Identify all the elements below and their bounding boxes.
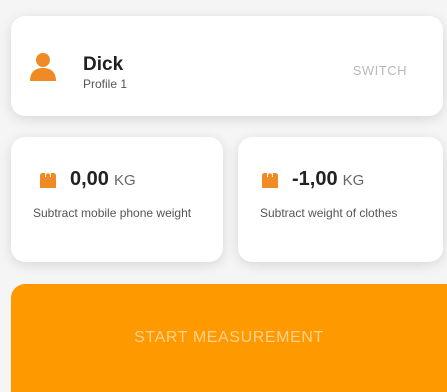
profile-card: Dick Profile 1 SWITCH: [11, 16, 443, 116]
weight-icon: [262, 172, 278, 188]
switch-profile-button[interactable]: SWITCH: [353, 63, 407, 78]
profile-name: Dick: [83, 54, 124, 75]
phone-weight-description: Subtract mobile phone weight: [33, 206, 192, 220]
clothes-weight-card[interactable]: -1,00 KG Subtract weight of clothes: [238, 137, 443, 262]
clothes-weight-value: -1,00: [292, 168, 338, 190]
weight-icon: [40, 172, 56, 188]
phone-weight-unit: KG: [113, 172, 136, 189]
clothes-weight-unit: KG: [342, 172, 365, 189]
profile-subtitle: Profile 1: [83, 77, 128, 91]
start-measurement-button[interactable]: START MEASUREMENT: [11, 284, 447, 392]
phone-weight-row: 0,00 KG: [38, 168, 136, 191]
phone-weight-value: 0,00: [70, 168, 109, 190]
user-icon: [30, 53, 56, 81]
clothes-weight-row: -1,00 KG: [260, 168, 364, 191]
phone-weight-card[interactable]: 0,00 KG Subtract mobile phone weight: [11, 137, 223, 262]
clothes-weight-description: Subtract weight of clothes: [260, 206, 398, 220]
